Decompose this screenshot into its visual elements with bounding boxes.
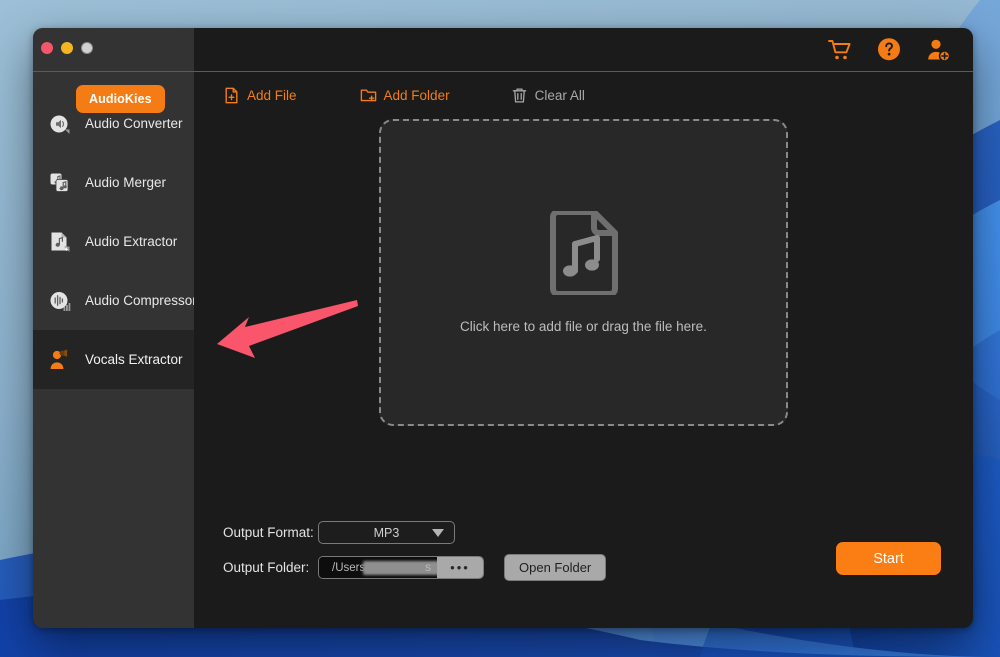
extract-note-icon: [48, 230, 72, 254]
output-folder-path-suffix: s: [425, 562, 431, 574]
speaker-icon: [48, 112, 72, 136]
cart-icon[interactable]: [827, 37, 853, 63]
window-body: AudioKies Audio Converter: [33, 28, 973, 628]
sidebar-item-label: Audio Converter: [85, 116, 183, 131]
sidebar: AudioKies Audio Converter: [33, 28, 194, 628]
sidebar-item-audio-merger[interactable]: Audio Merger: [33, 153, 194, 212]
chevron-down-icon: [432, 529, 444, 537]
add-file-button[interactable]: Add File: [223, 87, 297, 104]
sidebar-item-label: Audio Merger: [85, 175, 166, 190]
sidebar-item-label: Audio Extractor: [85, 234, 177, 249]
start-button[interactable]: Start: [836, 542, 941, 575]
file-dropzone[interactable]: Click here to add file or drag the file …: [379, 119, 788, 426]
main-topbar: [194, 28, 973, 71]
output-format-label: Output Format:: [223, 525, 318, 540]
sidebar-item-label: Vocals Extractor: [85, 352, 183, 367]
dropzone-label: Click here to add file or drag the file …: [460, 319, 707, 334]
trash-icon: [511, 87, 528, 104]
browse-folder-button[interactable]: •••: [437, 557, 483, 578]
sidebar-item-label: Audio Compressor: [85, 293, 197, 308]
add-file-label: Add File: [247, 88, 297, 103]
toolbar: Add File Add Folder: [194, 71, 973, 119]
output-format-value: MP3: [374, 526, 400, 540]
sidebar-menu: Audio Converter Audio Merger: [33, 94, 194, 389]
output-folder-input[interactable]: /Users. s: [319, 557, 437, 578]
clear-all-button[interactable]: Clear All: [511, 87, 585, 104]
top-action-bar: [827, 28, 951, 71]
sidebar-item-audio-extractor[interactable]: Audio Extractor: [33, 212, 194, 271]
brand-badge: AudioKies: [76, 85, 165, 113]
clear-all-label: Clear All: [535, 88, 585, 103]
output-folder-group: /Users. s •••: [318, 556, 484, 579]
window-controls: [41, 42, 93, 54]
output-settings: Output Format: MP3 Output Folder: /Users…: [194, 510, 973, 628]
output-format-select[interactable]: MP3: [318, 521, 455, 544]
titlebar: [33, 28, 194, 71]
compress-wave-icon: [48, 289, 72, 313]
vocals-person-icon: [48, 348, 72, 372]
sidebar-item-vocals-extractor[interactable]: Vocals Extractor: [33, 330, 194, 389]
folder-plus-icon: [360, 87, 377, 104]
output-folder-label: Output Folder:: [223, 560, 318, 575]
output-format-row: Output Format: MP3: [223, 521, 455, 544]
add-folder-button[interactable]: Add Folder: [360, 87, 450, 104]
main-panel: Add File Add Folder: [194, 28, 973, 628]
open-folder-button[interactable]: Open Folder: [504, 554, 606, 581]
sidebar-item-audio-compressor[interactable]: Audio Compressor: [33, 271, 194, 330]
maximize-button[interactable]: [81, 42, 93, 54]
help-icon[interactable]: [876, 37, 902, 63]
output-folder-row: Output Folder: /Users. s ••• Open Folder: [223, 554, 606, 581]
add-user-icon[interactable]: [925, 37, 951, 63]
app-window: AudioKies Audio Converter: [33, 28, 973, 628]
file-plus-icon: [223, 87, 240, 104]
close-button[interactable]: [41, 42, 53, 54]
merge-notes-icon: [48, 171, 72, 195]
music-file-icon: [548, 211, 620, 295]
dropzone-wrap: Click here to add file or drag the file …: [194, 119, 973, 510]
add-folder-label: Add Folder: [384, 88, 450, 103]
minimize-button[interactable]: [61, 42, 73, 54]
